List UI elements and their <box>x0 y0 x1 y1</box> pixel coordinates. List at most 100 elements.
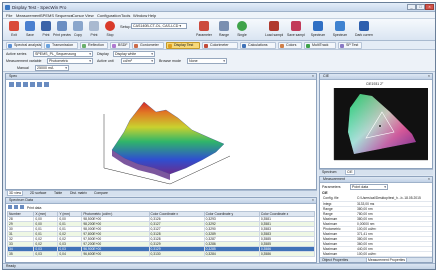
menu-window[interactable]: Window <box>133 13 147 18</box>
spectrum-2-button[interactable]: Spectrum <box>331 20 349 40</box>
measurement-variable-label: Measurement variable <box>6 59 42 63</box>
view-multitrack-label: MultiTrack <box>312 43 329 47</box>
active-unit-label: Active unit <box>97 59 114 63</box>
zoom-in-icon[interactable] <box>16 82 21 87</box>
table-cell: 35 <box>6 251 35 257</box>
view-reflection[interactable]: Reflection <box>80 42 108 49</box>
parameter-label: Parameter <box>196 33 212 37</box>
menu-cursor[interactable]: Cursor <box>72 13 84 18</box>
menu-tools[interactable]: Tools <box>121 13 130 18</box>
active-unit-combo[interactable]: cd/m² <box>121 58 155 64</box>
display-combo[interactable]: Display white <box>113 51 155 57</box>
setup-label: Setup <box>120 24 131 29</box>
menu-help[interactable]: Help <box>148 13 156 18</box>
tab-compare[interactable]: Compare <box>93 191 109 196</box>
view-sp-test[interactable]: SP Test <box>338 42 362 49</box>
minimize-button[interactable]: _ <box>407 4 416 10</box>
tab-table[interactable]: Table <box>53 191 63 196</box>
plot-3d-panel: Spec × <box>5 73 317 190</box>
cie-panel: CIE × CIE1931 2° <box>319 73 433 169</box>
close-icon[interactable]: × <box>428 74 430 79</box>
tab-dist-matrix[interactable]: Dist. matrix <box>69 191 88 196</box>
view-transmission[interactable]: Transmission <box>44 42 78 49</box>
view-colorimeter-label: Colorimeter <box>210 43 229 47</box>
close-icon[interactable]: × <box>312 74 314 79</box>
measurement-filter-combo[interactable]: Point data <box>350 184 388 190</box>
view-bsdf-label: BSDF <box>118 43 128 47</box>
table-cell: 0,04 <box>57 251 83 257</box>
display-test-icon <box>168 44 172 48</box>
view-display-test[interactable]: Display Test <box>166 42 200 49</box>
browse-mode-combo[interactable]: None <box>187 58 227 64</box>
table-print-icon[interactable] <box>13 205 18 209</box>
menu-view[interactable]: View <box>85 13 94 18</box>
single-button[interactable]: Single <box>233 20 251 40</box>
table-copy-icon[interactable] <box>8 205 12 209</box>
spectrum-data-title: Spectrum Data <box>9 198 33 202</box>
view-goniometer[interactable]: Goniometer <box>132 42 164 49</box>
load-sample-label: Load sample <box>265 33 283 37</box>
setup-combo[interactable]: CAS140B-CT-OL, CAS-LCD ▾ <box>131 23 187 29</box>
table-export-icon[interactable] <box>19 205 24 209</box>
dark-current-button[interactable]: Dark current <box>355 20 373 40</box>
table-row[interactable]: 35 0,03 0,04 96,600E+00 0,3130 0,3284 0,3586 <box>6 251 316 257</box>
parameter-icon <box>199 21 209 31</box>
plot-3d-canvas[interactable] <box>6 80 317 190</box>
measurement-group-cie[interactable]: CIE <box>322 191 328 195</box>
display-label: Display <box>97 52 109 56</box>
view-colorimeter[interactable]: Colorimeter <box>202 42 238 49</box>
view-bsdf[interactable]: BSDF <box>110 42 130 49</box>
table-cell: 0,3284 <box>203 251 260 257</box>
maximize-button[interactable]: □ <box>416 4 425 10</box>
close-button[interactable]: × <box>425 4 434 10</box>
ribbon-toolbar: Exit Save Print Print preview Copy Print… <box>3 19 435 41</box>
load-sample-icon <box>269 21 279 31</box>
menu-spems[interactable]: SPEMS <box>40 13 54 18</box>
tab-spectrum[interactable]: Spectrum <box>321 170 338 175</box>
zoom-out-icon[interactable] <box>23 82 28 87</box>
load-sample-button[interactable]: Load sample <box>265 20 283 40</box>
menu-sequence[interactable]: Sequence <box>55 13 73 18</box>
spectrum-label: Spectrum <box>310 33 326 37</box>
close-icon[interactable]: × <box>312 198 314 203</box>
active-series-combo[interactable]: SPEMS_PL_Sequenzung <box>33 51 93 57</box>
menu-measurement[interactable]: Measurement <box>16 13 40 18</box>
export-icon[interactable] <box>44 82 49 87</box>
view-calculations[interactable]: Calculations <box>240 42 276 49</box>
table-cell: 0,3130 <box>148 251 205 257</box>
spectrum-2-icon <box>335 21 345 31</box>
pan-icon[interactable] <box>30 82 35 87</box>
cie-diagram[interactable] <box>320 82 433 169</box>
tab-cie[interactable]: CIE <box>345 170 355 175</box>
measurement-variable-combo[interactable]: Photometric <box>47 58 93 64</box>
view-colors[interactable]: Colors <box>278 42 302 49</box>
measurement-header: Measurement × <box>320 177 432 183</box>
spectrum-button[interactable]: Spectrum <box>309 20 327 40</box>
parameter-button[interactable]: Parameter <box>195 20 213 40</box>
app-icon <box>5 5 10 10</box>
save-sample-button[interactable]: Save sample <box>287 20 305 40</box>
stop-button[interactable]: Stop <box>101 20 119 40</box>
tab-2d-surface[interactable]: 2D surface <box>29 191 47 196</box>
tab-3d-view[interactable]: 3D view <box>7 191 24 196</box>
menu-configuration[interactable]: Configuration <box>97 13 121 18</box>
menu-bar: File Measurement SPEMS Sequence Cursor V… <box>3 12 435 19</box>
view-multitrack[interactable]: MultiTrack <box>304 42 336 49</box>
manual-current-combo[interactable]: 25000 mA <box>35 65 69 71</box>
range-button[interactable]: Range <box>215 20 233 40</box>
print-data-toolbar-label[interactable]: Print data <box>27 206 42 210</box>
copy-icon <box>73 21 83 31</box>
close-icon[interactable]: × <box>428 177 430 182</box>
measurement-panel: Measurement × Parameters Point data CIE C… <box>319 176 433 263</box>
view-spectral-analysis[interactable]: Spectral analysis <box>6 42 42 49</box>
dark-current-icon <box>359 21 369 31</box>
table-toolbar: Print data <box>8 205 41 210</box>
view-display-test-label: Display Test <box>174 43 194 47</box>
rotate-icon[interactable] <box>9 82 14 87</box>
window-title: Display Test - SpecWin Pro <box>12 5 67 10</box>
property-row[interactable]: Maximum 100,00 cd/m² <box>322 251 432 257</box>
menu-file[interactable]: File <box>6 13 12 18</box>
reset-view-icon[interactable] <box>37 82 42 87</box>
single-label: Single <box>237 33 247 37</box>
property-name: Maximum <box>322 251 356 257</box>
